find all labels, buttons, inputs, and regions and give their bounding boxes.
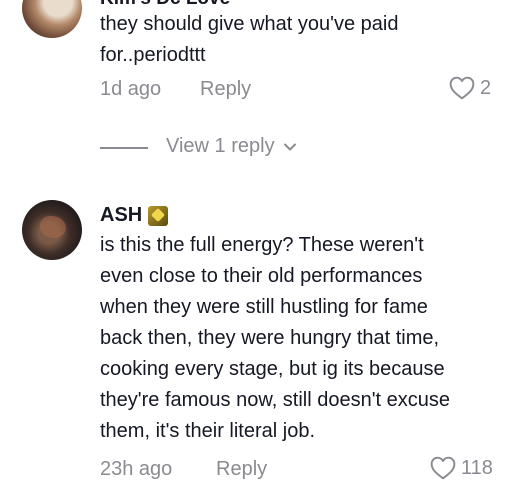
avatar-comment-1[interactable] — [22, 0, 82, 38]
comment-2-like-button[interactable]: 118 — [430, 456, 493, 480]
avatar-comment-2[interactable] — [22, 200, 82, 260]
comment-2-username[interactable]: ASH — [100, 204, 142, 227]
comment-2-reply-button[interactable]: Reply — [216, 458, 267, 481]
view-replies-button[interactable]: View 1 reply — [166, 135, 297, 158]
comment-1-text: they should give what you've paid for..p… — [100, 9, 500, 71]
comment-1-text-line: they should give what you've paid — [100, 13, 399, 35]
heart-outline-icon — [449, 76, 475, 100]
comment-1-text-line: for..periodttt — [100, 44, 206, 66]
comment-2-text-line: they're famous now, still doesn't excuse — [100, 389, 451, 411]
comment-2-username-row: ASH — [100, 204, 169, 227]
comment-2-text-line: them, it's their literal job. — [100, 420, 316, 442]
replies-divider-line — [100, 147, 148, 149]
comment-2-timestamp: 23h ago — [100, 458, 173, 480]
badge-icon — [148, 205, 169, 226]
comment-2-text-line: is this the full energy? These weren't — [100, 234, 424, 256]
comment-2-text: is this the full energy? These weren't e… — [100, 230, 510, 447]
comment-2-like-count: 118 — [461, 456, 493, 479]
heart-outline-icon — [430, 456, 456, 480]
comment-2-text-line: even close to their old performances — [100, 265, 423, 287]
comment-1-timestamp: 1d ago — [100, 78, 162, 100]
comment-1-like-count: 2 — [480, 76, 492, 99]
comment-1-reply-button[interactable]: Reply — [200, 78, 251, 101]
chevron-down-icon — [283, 143, 296, 150]
comment-2-text-line: when they were still hustling for fame — [100, 296, 428, 318]
view-replies-label: View 1 reply — [166, 135, 275, 157]
comment-2-text-line: cooking every stage, but ig its because — [100, 358, 445, 380]
comment-2-text-line: back then, they were hungry that time, — [100, 327, 440, 349]
comment-1-like-button[interactable]: 2 — [449, 76, 491, 100]
